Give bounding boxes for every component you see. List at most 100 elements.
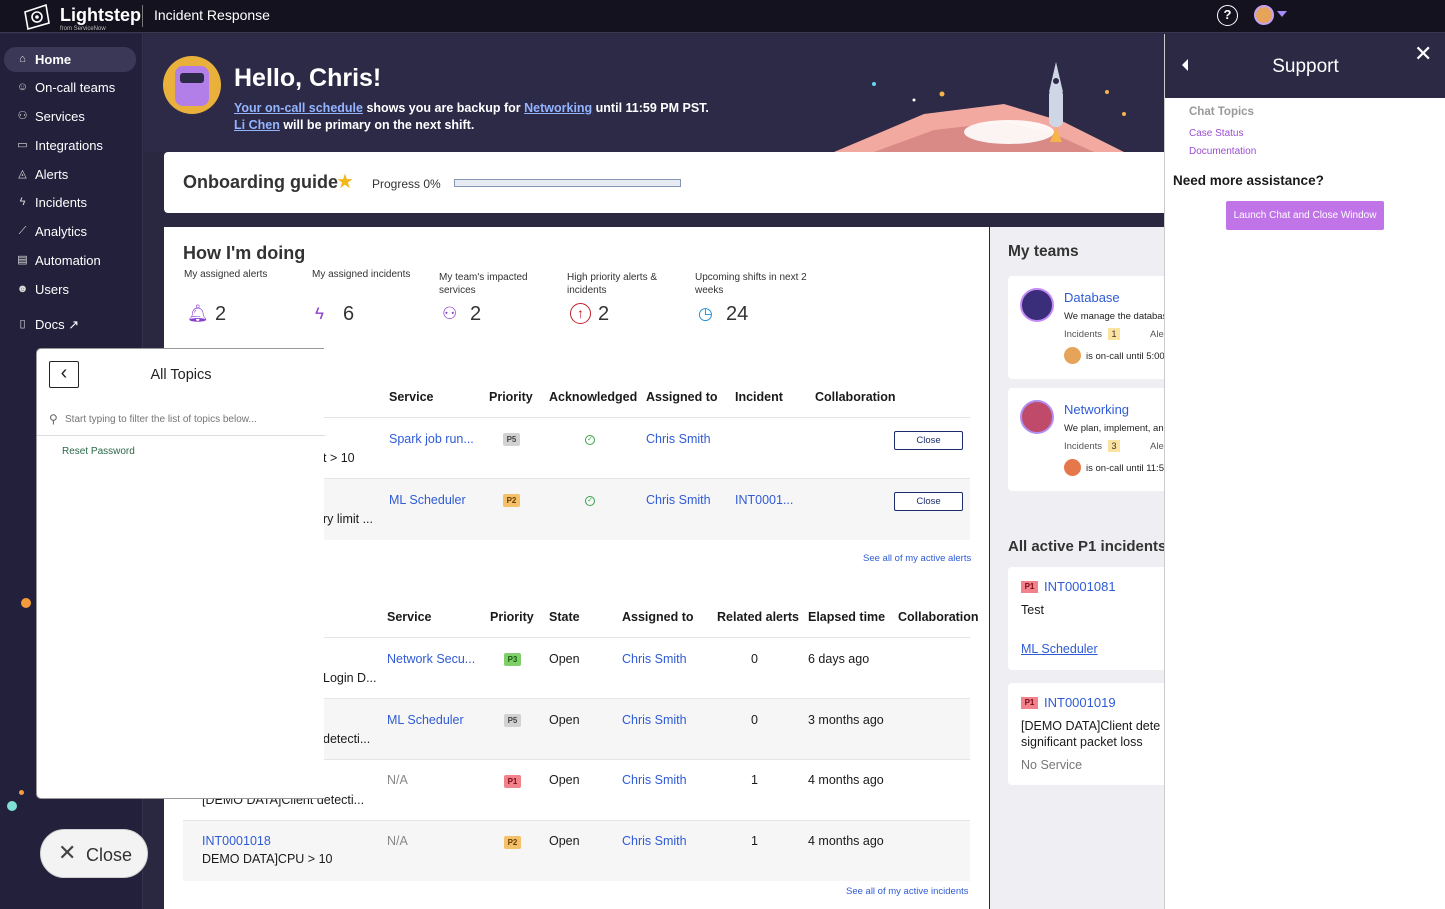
incident-name[interactable]: Login D... [323,671,377,685]
lightstep-logo[interactable]: Lightstep from ServiceNow [20,2,141,32]
sidebar-item-home[interactable]: ⌂ Home [4,47,136,72]
sidebar-item-automation[interactable]: ▤ Automation [4,248,136,273]
automation-icon: ▤ [17,254,28,266]
column-header[interactable]: Assigned to [622,610,694,624]
topics-search-input[interactable] [65,409,320,429]
service-link[interactable]: Spark job run... [389,432,474,446]
alert-name[interactable]: t > 10 [323,451,355,465]
oncall-schedule-link[interactable]: Your on-call schedule [234,101,363,115]
column-header[interactable]: Priority [490,610,534,624]
stat-impacted-services[interactable]: My team's impacted services ⚇ 2 [439,272,554,325]
sidebar-item-label: Incidents [35,195,88,210]
incidents-label: Incidents [1064,329,1103,340]
column-header[interactable]: Service [389,390,433,404]
stat-high-priority[interactable]: High priority alerts & incidents ↑ 2 [567,272,682,325]
priority-badge: P1 [504,775,521,788]
sidebar-item-incidents[interactable]: ϟ Incidents [4,190,136,215]
assignee-link[interactable]: Chris Smith [646,432,711,446]
close-button[interactable]: ✕ Close [40,829,148,878]
robot-avatar [163,56,221,114]
team-description: We plan, implement, and [1064,423,1165,434]
assignee-link[interactable]: Chris Smith [622,713,687,727]
column-header[interactable]: Collaboration [898,610,979,624]
decor-dot [7,801,17,811]
chat-topics-label[interactable]: Chat Topics [1189,106,1254,118]
column-header[interactable]: Collaboration [815,390,896,404]
p1-incident-card[interactable]: P1 INT0001081 Test ML Scheduler [1008,567,1165,670]
column-header[interactable]: Priority [489,390,533,404]
case-status-link[interactable]: Case Status [1189,128,1243,139]
service-link[interactable]: ML Scheduler [1021,641,1098,657]
incident-name[interactable]: DEMO DATA]CPU > 10 [202,852,332,866]
team-card-networking[interactable]: Networking We plan, implement, and Incid… [1008,388,1165,491]
column-header[interactable]: Service [387,610,431,624]
see-all-incidents-link[interactable]: See all of my active incidents [846,886,969,897]
bell-icon: ◬ [18,168,27,180]
table-row[interactable]: INT0001018 DEMO DATA]CPU > 10 N/A P2 Ope… [183,820,970,881]
service-link[interactable]: ML Scheduler [387,713,464,727]
column-header[interactable]: State [549,610,580,624]
oncall-text: is on-call until 5:00 [1086,351,1165,362]
incident-id-link[interactable]: INT0001081 [1044,579,1116,594]
column-header[interactable]: Assigned to [646,390,718,404]
sidebar-item-analytics[interactable]: ⟋ Analytics [4,219,136,244]
sidebar-item-label: On-call teams [35,80,116,95]
stat-assigned-incidents[interactable]: My assigned incidents ϟ 6 [312,269,427,325]
service-link[interactable]: Network Secu... [387,652,475,666]
documentation-link[interactable]: Documentation [1189,146,1256,157]
column-header[interactable]: Incident [735,390,783,404]
p1-incident-card[interactable]: P1 INT0001019 [DEMO DATA]Client dete sig… [1008,683,1165,785]
li-chen-link[interactable]: Li Chen [234,118,280,132]
user-avatar[interactable] [1254,5,1274,25]
team-card-database[interactable]: Database We manage the databas Incidents… [1008,276,1165,379]
assignee-link[interactable]: Chris Smith [646,493,711,507]
help-icon[interactable]: ? [1217,5,1238,26]
column-header[interactable]: Elapsed time [808,610,885,624]
topic-reset-password[interactable]: Reset Password [62,446,135,457]
incident-state: Open [549,773,580,787]
incident-id-link[interactable]: INT0001018 [202,834,271,848]
stat-upcoming-shifts[interactable]: Upcoming shifts in next 2 weeks ◷ 24 [695,272,810,325]
how-im-doing-title: How I'm doing [183,243,306,263]
incident-name[interactable]: detecti... [323,732,370,746]
sidebar-item-services[interactable]: ⚇ Services [4,104,136,129]
search-icon: ⚲ [49,412,58,426]
message-text: will be primary on the next shift. [279,118,475,132]
see-all-alerts-link[interactable]: See all of my active alerts [863,553,971,564]
oncall-avatar [1064,347,1081,364]
close-alert-button[interactable]: Close [894,431,963,450]
alert-name[interactable]: ry limit ... [323,512,373,526]
stat-assigned-alerts[interactable]: My assigned alerts 🔔︎ 2 [184,269,299,325]
sidebar-item-label: Services [35,109,85,124]
services-icon: ⚇ [442,304,458,323]
caret-down-icon[interactable] [1277,11,1287,17]
stat-value: 6 [343,303,355,325]
sidebar-item-integrations[interactable]: ▭ Integrations [4,133,136,158]
sidebar-item-alerts[interactable]: ◬ Alerts [4,162,136,187]
column-header[interactable]: Related alerts [717,610,799,624]
incident-link[interactable]: INT0001... [735,493,793,507]
incident-id-link[interactable]: INT0001019 [1044,695,1116,710]
close-alert-button[interactable]: Close [894,492,963,511]
onboarding-card: Onboarding guide ★ Progress 0% [164,152,1174,213]
team-name-link[interactable]: Networking [1064,402,1129,417]
launch-chat-button[interactable]: Launch Chat and Close Window [1226,201,1384,230]
stat-label: My team's impacted services [439,272,528,296]
onboarding-title[interactable]: Onboarding guide [183,172,338,193]
close-icon[interactable]: ✕ [1414,41,1432,67]
sidebar-item-on-call-teams[interactable]: ☺ On-call teams [4,75,136,100]
sidebar-item-docs[interactable]: ▯ Docs ↗ [4,312,136,337]
close-icon: ✕ [58,840,77,865]
logo-sub: from ServiceNow [60,26,106,32]
service-value: N/A [387,773,408,787]
sidebar-item-users[interactable]: ☻ Users [4,277,136,302]
assignee-link[interactable]: Chris Smith [622,834,687,848]
back-button[interactable]: ‹ [49,361,79,388]
column-header[interactable]: Acknowledged [549,390,637,404]
welcome-banner: Hello, Chris! Your on-call schedule show… [144,34,1164,152]
assignee-link[interactable]: Chris Smith [622,773,687,787]
team-name-link[interactable]: Database [1064,290,1120,305]
networking-link[interactable]: Networking [524,101,592,115]
assignee-link[interactable]: Chris Smith [622,652,687,666]
service-link[interactable]: ML Scheduler [389,493,466,507]
